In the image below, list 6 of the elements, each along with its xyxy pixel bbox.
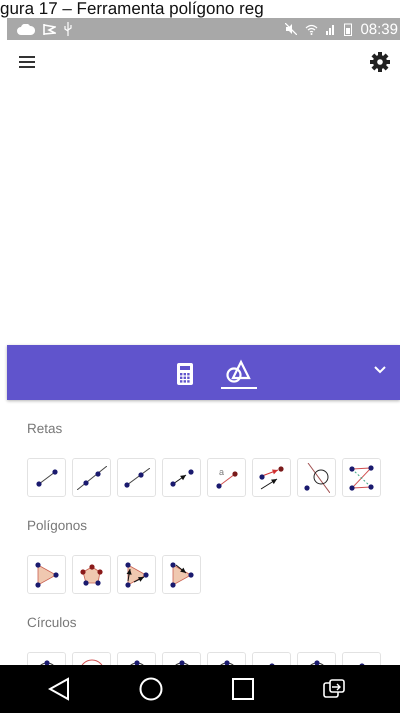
section-title: Retas <box>27 421 62 437</box>
section-title: Polígonos <box>27 518 88 534</box>
section-title: Círculos <box>27 615 77 631</box>
clock-time: 08:39 <box>360 20 398 38</box>
figure-caption: gura 17 – Ferramenta polígono reg <box>0 0 265 18</box>
tool-button[interactable]: a <box>207 458 246 497</box>
